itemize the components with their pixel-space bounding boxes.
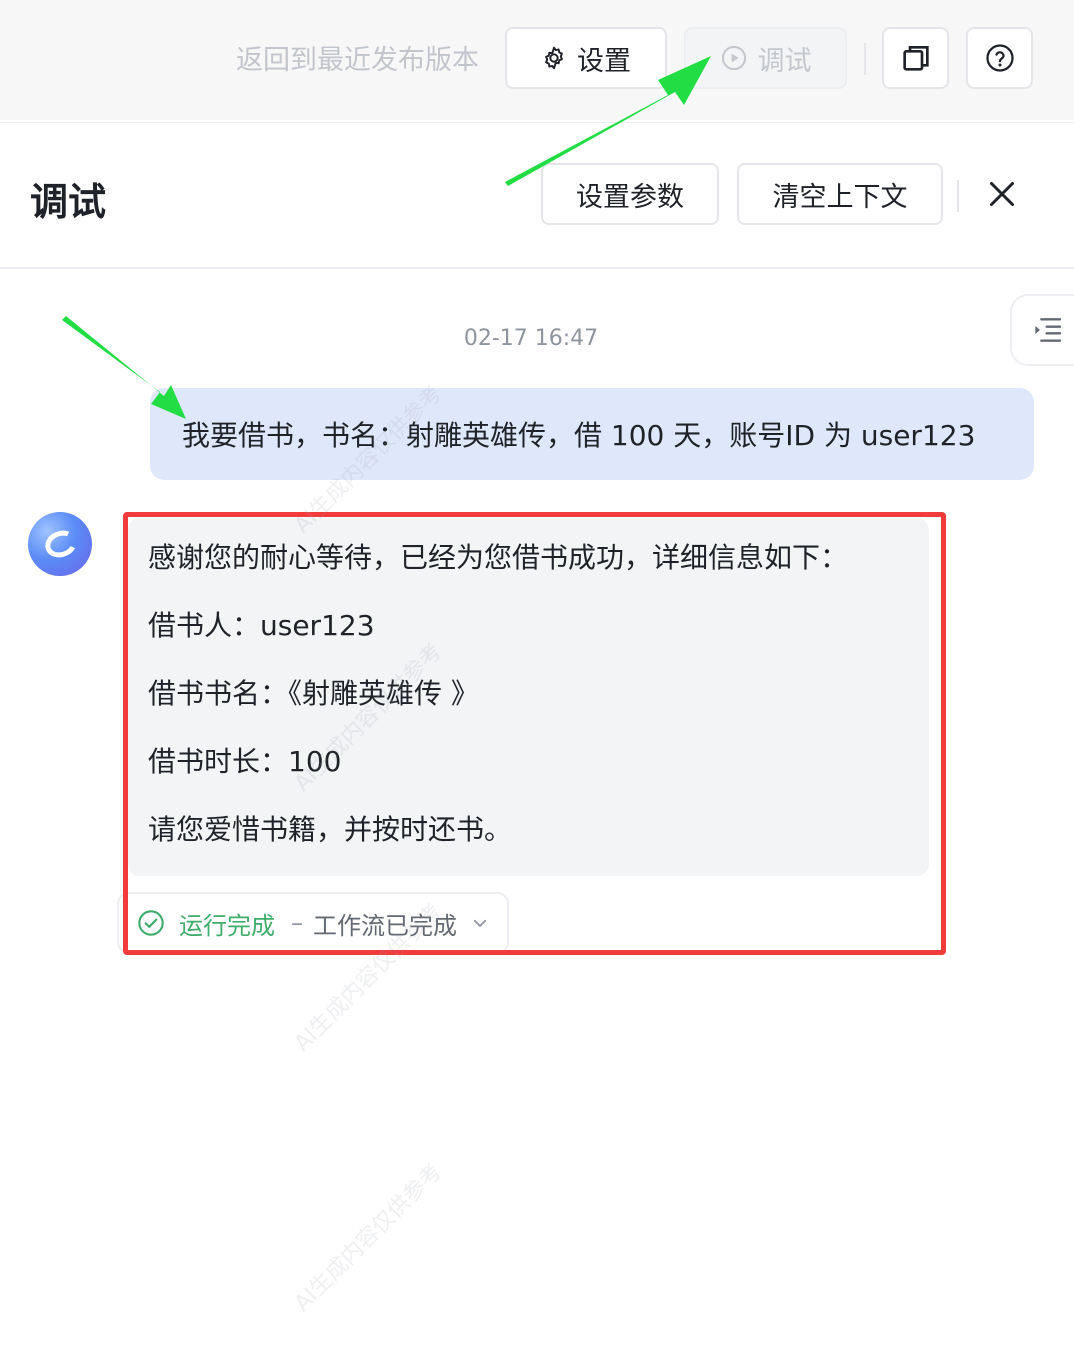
- watermark: AI生成内容仅供参考: [289, 1159, 448, 1317]
- bot-message-line: 请您爱惜书籍，并按时还书。: [148, 813, 513, 846]
- bot-message-line: 借书人：user123: [148, 609, 375, 642]
- help-button[interactable]: [966, 27, 1033, 89]
- bot-message-bubble: 感谢您的耐心等待，已经为您借书成功，详细信息如下： 借书人：user123 借书…: [128, 518, 929, 876]
- run-status-separator: –: [291, 909, 303, 937]
- message-timestamp: 02-17 16:47: [463, 326, 599, 351]
- workflow-run-status[interactable]: 运行完成 – 工作流已完成: [117, 892, 509, 954]
- bot-message-line: 借书书名：《射雕英雄传 》: [148, 677, 479, 710]
- check-circle-icon: [138, 910, 164, 936]
- user-message-bubble: 我要借书，书名：射雕英雄传，借 100 天，账号ID 为 user123: [150, 388, 1034, 480]
- copy-button[interactable]: [882, 27, 949, 89]
- top-toolbar: 返回到最近发布版本 设置 调试: [0, 0, 1074, 120]
- debug-panel-header: 调试 设置参数 清空上下文: [0, 122, 1074, 269]
- user-message-text: 我要借书，书名：射雕英雄传，借 100 天，账号ID 为 user123: [182, 419, 976, 452]
- toolbar-divider: [864, 43, 866, 75]
- debug-button[interactable]: 调试: [684, 27, 847, 89]
- copy-icon: [902, 46, 929, 71]
- help-icon: [985, 44, 1014, 72]
- bot-message-line: 感谢您的耐心等待，已经为您借书成功，详细信息如下：: [148, 541, 849, 574]
- run-status-label: 运行完成: [179, 911, 275, 940]
- revert-to-published-link[interactable]: 返回到最近发布版本: [236, 38, 479, 77]
- gear-icon: [545, 46, 563, 70]
- run-status-detail: 工作流已完成: [313, 911, 457, 940]
- chevron-down-icon: [473, 919, 487, 927]
- settings-button-label: 设置: [577, 45, 631, 77]
- settings-button[interactable]: 设置: [505, 27, 667, 89]
- debug-button-label: 调试: [757, 45, 812, 77]
- clear-context-button[interactable]: 清空上下文: [737, 163, 943, 225]
- set-params-button[interactable]: 设置参数: [541, 163, 719, 225]
- play-circle-icon: [721, 45, 746, 71]
- bot-message-line: 借书时长：100: [148, 745, 342, 778]
- bot-avatar: [28, 512, 92, 576]
- close-icon[interactable]: [984, 176, 1020, 212]
- panel-title: 调试: [30, 180, 107, 224]
- header-divider: [957, 180, 959, 212]
